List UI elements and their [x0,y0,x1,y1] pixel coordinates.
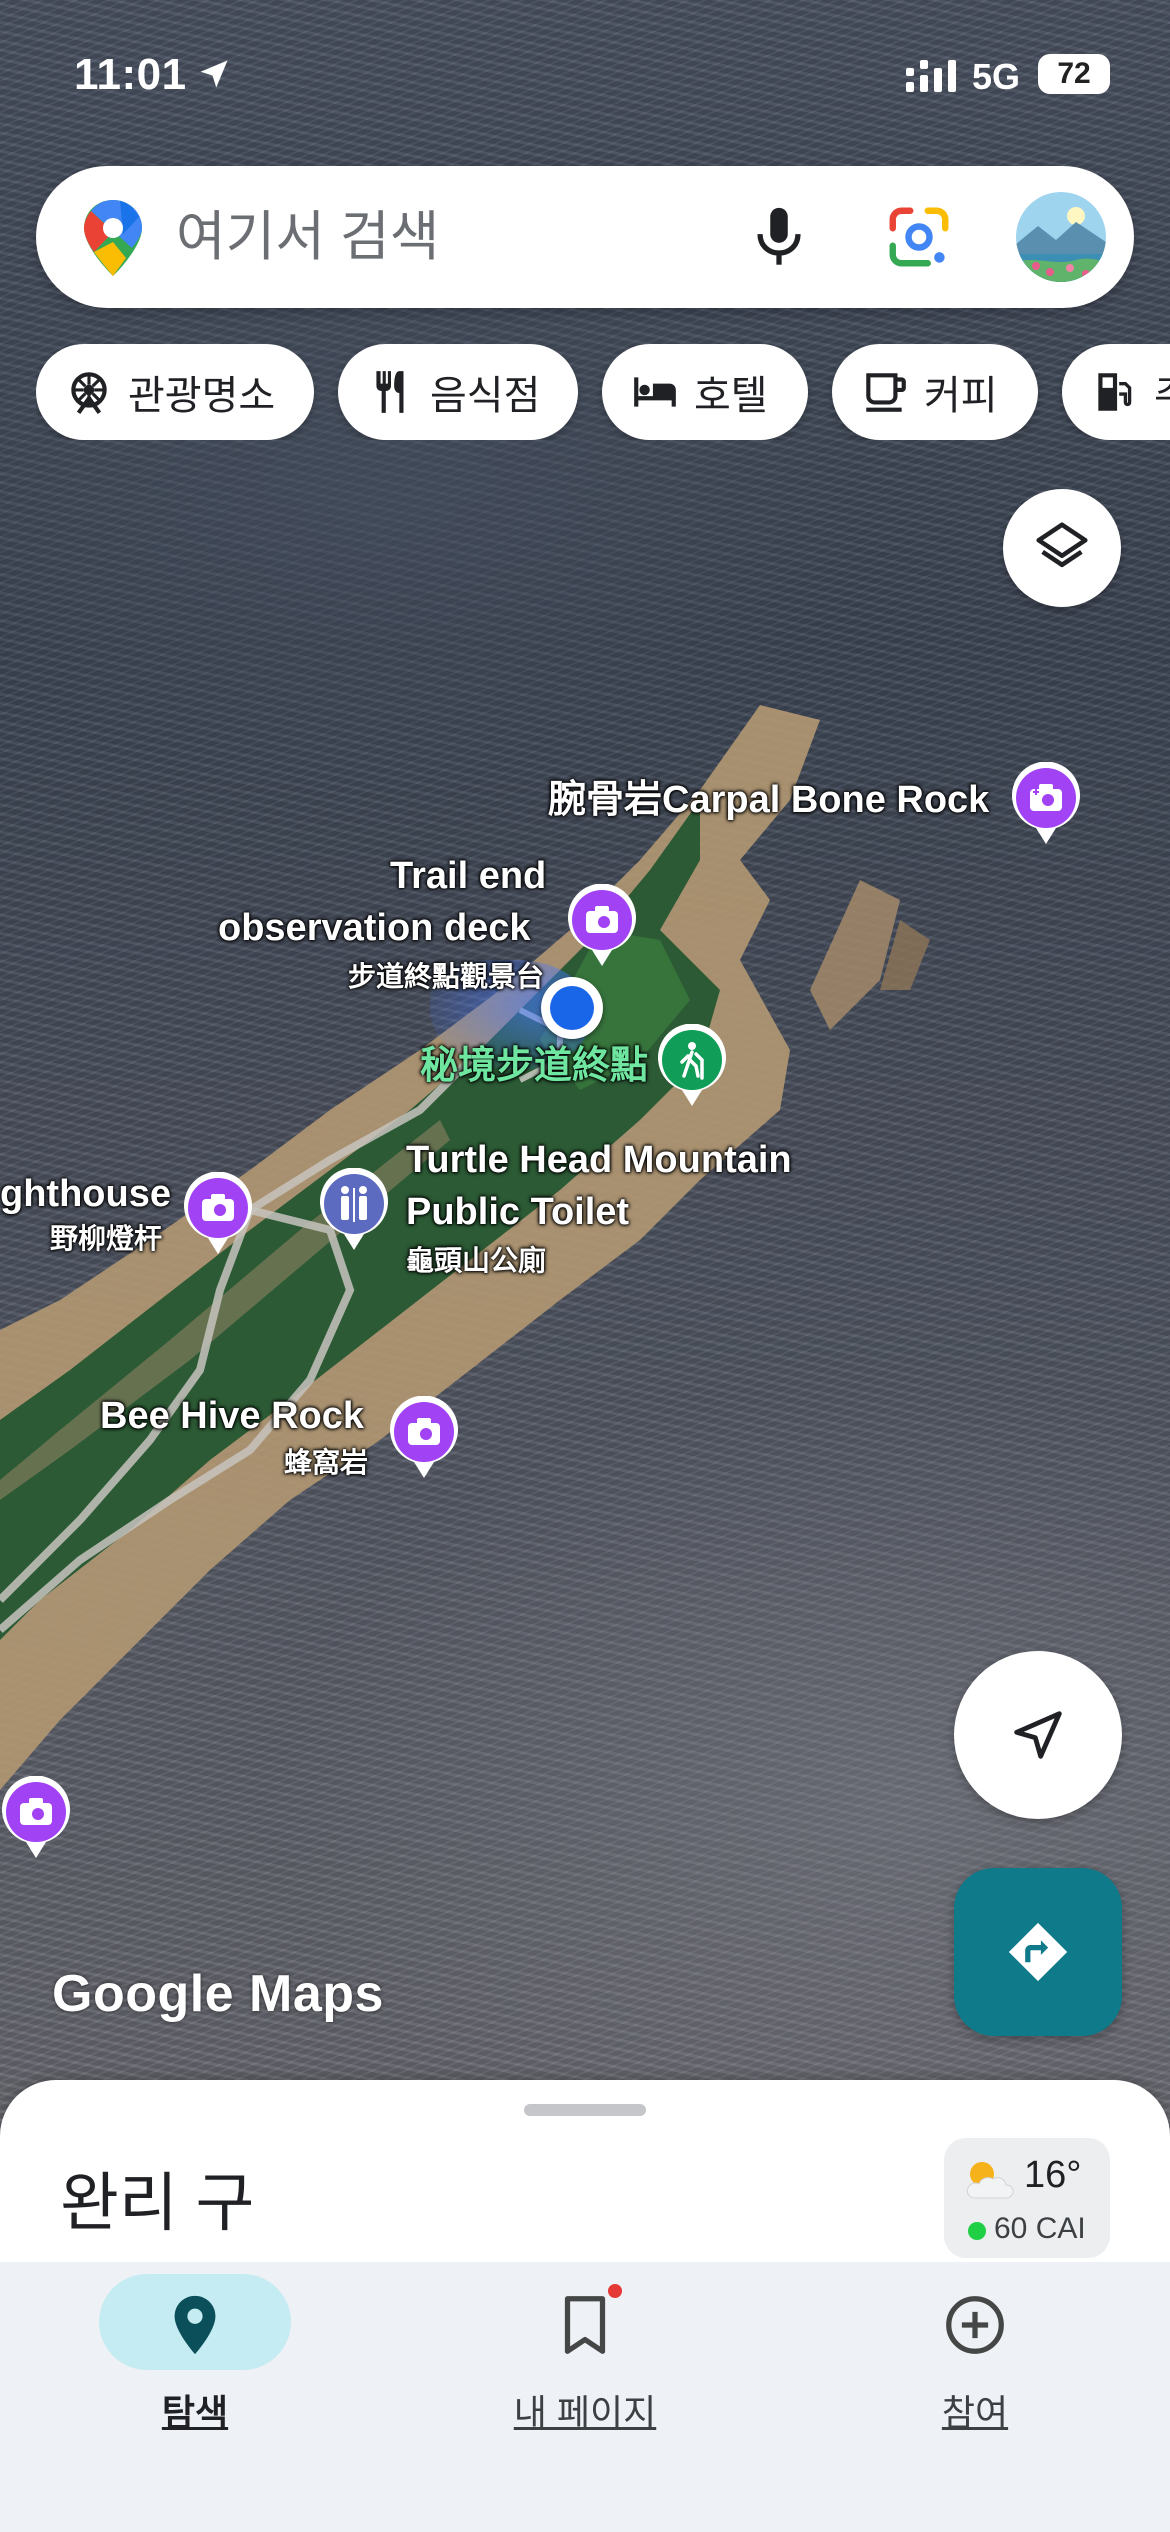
camera-pin-icon[interactable] [0,1776,72,1860]
partly-cloudy-icon [966,2162,1014,2199]
camera-pin-icon[interactable] [388,1396,460,1480]
nav-label: 참여 [941,2392,1009,2433]
map-watermark: Google Maps [52,1965,384,2023]
camera-pin-icon[interactable] [1010,762,1082,846]
nav-my-page[interactable]: 내 페이지 [390,2262,780,2462]
location-arrow-icon [200,60,228,88]
air-quality-index: 60 CAI [994,2212,1086,2245]
network-type: 5G [972,56,1021,97]
status-time: 11:01 [74,50,187,99]
layers-icon [1036,522,1088,568]
place-label-lighthouse-local[interactable]: 野柳燈杆 [50,1222,162,1256]
chip-label: 관광명소 [128,374,276,418]
google-maps-logo-icon [84,200,142,276]
restroom-pin-icon[interactable] [318,1168,390,1252]
place-label-public-toilet-local[interactable]: 龜頭山公廁 [406,1244,546,1278]
avatar[interactable] [1016,192,1106,282]
profile-picture-icon [1016,192,1106,282]
google-lens-icon[interactable] [884,202,954,272]
place-label-trail-end-hiking[interactable]: 秘境步道終點 [420,1044,648,1090]
chip-attractions[interactable]: 관광명소 [36,344,314,440]
satellite-map[interactable]: 腕骨岩Carpal Bone Rock Trail end observatio… [0,0,1170,2140]
hiking-pin-icon[interactable] [656,1024,728,1108]
place-label-bee-hive-rock[interactable]: Bee Hive Rock [100,1394,364,1440]
attraction-icon [71,372,107,415]
search-input[interactable] [176,202,736,272]
place-label-carpal-bone-rock[interactable]: 腕骨岩Carpal Bone Rock [548,778,989,824]
my-location-button[interactable] [954,1651,1122,1819]
category-chips: 관광명소 음식점 호텔 커피 주 [36,344,1170,440]
chip-label: 음식점 [430,374,541,418]
place-label-public-toilet-1[interactable]: Turtle Head Mountain [406,1138,792,1184]
map-layers-button[interactable] [1003,489,1121,607]
weather-chip[interactable]: 16° 60 CAI [944,2138,1110,2258]
directions-button[interactable] [954,1868,1122,2036]
navigation-arrow-icon [1014,1711,1062,1759]
chip-gas[interactable]: 주 [1062,344,1170,440]
chip-hotels[interactable]: 호텔 [602,344,808,440]
restaurant-icon [376,371,404,413]
place-label-bee-hive-rock-local[interactable]: 蜂窩岩 [284,1446,368,1480]
notification-badge [606,2282,624,2300]
battery-indicator: 72 [1038,54,1110,94]
gas-station-icon [1098,373,1132,411]
area-title: 완리 구 [60,2167,255,2239]
nav-label: 내 페이지 [513,2392,657,2433]
camera-pin-icon[interactable] [182,1172,254,1256]
place-label-trail-end-local[interactable]: 步道終點觀景台 [348,960,544,994]
coffee-icon [866,373,906,412]
chip-restaurants[interactable]: 음식점 [338,344,578,440]
status-bar: 11:01 5G 72 [0,0,1170,150]
chip-label: 주 [1154,363,1170,421]
add-circle-icon [946,2296,1004,2354]
place-label-trail-end-1[interactable]: Trail end [390,854,546,900]
aqi-status-dot [968,2222,986,2240]
directions-icon [1008,1922,1068,1982]
nav-contribute[interactable]: 참여 [780,2262,1170,2462]
search-bar[interactable] [36,166,1134,308]
hotel-icon [634,377,676,407]
bottom-navigation: 탐색 내 페이지 참여 [0,2262,1170,2532]
chip-label: 커피 [924,374,998,418]
nav-explore[interactable]: 탐색 [0,2262,390,2462]
signal-icon [906,60,956,92]
place-label-lighthouse[interactable]: ghthouse [0,1172,171,1218]
explore-pin-icon [174,2295,216,2355]
microphone-icon[interactable] [744,202,814,272]
place-label-trail-end-2[interactable]: observation deck [218,906,531,952]
chip-label: 호텔 [694,374,768,418]
camera-pin-icon[interactable] [566,884,638,968]
weather-temperature: 16° [1024,2154,1082,2196]
chip-coffee[interactable]: 커피 [832,344,1038,440]
bookmark-icon [564,2296,606,2354]
nav-label: 탐색 [161,2392,229,2433]
sheet-drag-handle[interactable] [524,2104,646,2116]
place-label-public-toilet-2[interactable]: Public Toilet [406,1190,629,1236]
my-location-dot[interactable] [541,977,603,1039]
